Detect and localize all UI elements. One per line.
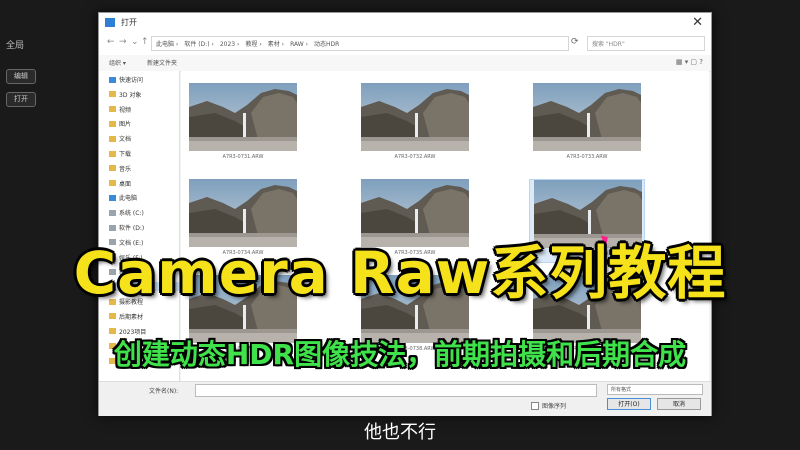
- sidebar-item[interactable]: 3D 对象: [109, 90, 141, 99]
- checkbox-label: 图像序列: [542, 403, 567, 410]
- edit-button[interactable]: 编辑: [6, 69, 36, 84]
- breadcrumb-item[interactable]: 动态HDR: [314, 41, 339, 48]
- folder-icon: [109, 165, 116, 172]
- sidebar-item[interactable]: 软件 (D:): [109, 223, 144, 232]
- folder-icon: [109, 120, 116, 127]
- breadcrumb-item[interactable]: 2023 ›: [220, 41, 240, 48]
- sidebar-item[interactable]: 桌面: [109, 179, 131, 188]
- sidebar-item[interactable]: 下载: [109, 149, 131, 158]
- refresh-icon[interactable]: ⟳: [571, 37, 579, 47]
- filename-label: 文件名(N):: [149, 388, 179, 395]
- forward-arrow-icon[interactable]: →: [119, 37, 127, 47]
- app-panel-title: 全局: [6, 41, 25, 51]
- dialog-title: 打开: [121, 18, 137, 27]
- sidebar-item-label: 系统 (C:): [119, 210, 144, 218]
- video-subtitle-overlay: 创建动态HDR图像技法，前期拍摄和后期合成: [113, 338, 687, 371]
- file-thumbnail[interactable]: A7R3-0732.ARW: [357, 83, 473, 167]
- search-input[interactable]: 搜索 "HDR": [587, 36, 705, 51]
- thumbnail-image: [189, 179, 297, 247]
- breadcrumb-item[interactable]: 此电脑 ›: [156, 41, 178, 48]
- open-button[interactable]: 打开(O): [607, 398, 651, 410]
- dialog-titlebar: 打开 ✕: [99, 13, 711, 33]
- file-thumbnail[interactable]: A7R3-0733.ARW: [529, 83, 645, 167]
- sidebar-item-label: 音乐: [119, 165, 132, 173]
- folder-icon: [109, 313, 116, 320]
- dialog-toolbar: 组织 ▾ 新建文件夹 ▦ ▾ ▢ ?: [99, 55, 711, 72]
- breadcrumb-item[interactable]: 素材 ›: [268, 41, 284, 48]
- folder-icon: [109, 150, 116, 157]
- filename-input[interactable]: [195, 384, 597, 397]
- folder-icon: [109, 328, 116, 335]
- photo-preview: [189, 179, 297, 247]
- file-name: A7R3-0732.ARW: [394, 154, 436, 160]
- sidebar-item-label: 后期素材: [119, 313, 144, 321]
- thumbnail-image: [533, 83, 641, 151]
- photo-preview: [189, 83, 297, 151]
- app-icon: [105, 18, 115, 27]
- breadcrumb-item[interactable]: RAW ›: [290, 41, 308, 48]
- sidebar-item[interactable]: 快速访问: [109, 75, 143, 84]
- sidebar-item-label: 软件 (D:): [119, 225, 145, 232]
- sidebar-item[interactable]: 视频: [109, 105, 131, 114]
- sidebar-item-label: 桌面: [119, 180, 132, 188]
- file-name: A7R3-0733.ARW: [566, 154, 608, 160]
- back-arrow-icon[interactable]: ←: [107, 37, 115, 47]
- caption-text: 他也不行: [364, 422, 436, 443]
- sidebar-item-label: 此电脑: [119, 195, 138, 203]
- sidebar-item[interactable]: 此电脑: [109, 193, 137, 202]
- star-icon: [109, 76, 116, 83]
- video-title-overlay: Camera Raw系列教程: [73, 239, 727, 307]
- sidebar-item[interactable]: 音乐: [109, 164, 131, 173]
- drive-icon: [109, 224, 116, 231]
- cancel-button[interactable]: 取消: [657, 398, 701, 410]
- filetype-select[interactable]: 所有格式: [607, 384, 703, 395]
- organize-button[interactable]: 组织 ▾: [109, 58, 126, 67]
- open-button-app[interactable]: 打开: [6, 92, 36, 107]
- dialog-footer: 文件名(N): 所有格式 图像序列 打开(O) 取消: [99, 381, 711, 416]
- sidebar-item[interactable]: 图片: [109, 119, 131, 128]
- folder-icon: [109, 135, 116, 142]
- sidebar-item[interactable]: 系统 (C:): [109, 208, 144, 217]
- close-icon[interactable]: ✕: [692, 15, 703, 30]
- breadcrumb[interactable]: 此电脑 › 软件 (D:) › 2023 › 教程 › 素材 › RAW › 动态HDR: [151, 36, 569, 51]
- address-bar: ← → ⌄ ↑ 此电脑 › 软件 (D:) › 2023 › 教程 › 素材 › RAW …: [99, 33, 711, 55]
- breadcrumb-item[interactable]: 教程 ›: [245, 41, 261, 48]
- chevron-down-icon[interactable]: ⌄: [131, 37, 139, 47]
- view-options-icon[interactable]: ▦ ▾ ▢ ?: [676, 58, 703, 66]
- drive-icon: [109, 209, 116, 216]
- photo-preview: [361, 83, 469, 151]
- image-sequence-checkbox[interactable]: 图像序列: [531, 401, 566, 410]
- thumbnail-image: [361, 83, 469, 151]
- folder-icon: [109, 180, 116, 187]
- thumbnail-image: [189, 83, 297, 151]
- thumbnail-image: [361, 179, 469, 247]
- folder-icon: [109, 106, 116, 113]
- checkbox-box[interactable]: [531, 401, 539, 410]
- file-name: A7R3-0731.ARW: [222, 154, 264, 160]
- sidebar-item-label: 文档: [119, 136, 132, 144]
- up-arrow-icon[interactable]: ↑: [141, 37, 149, 47]
- sidebar-item[interactable]: 后期素材: [109, 312, 143, 321]
- sidebar-item-label: 下载: [119, 151, 132, 158]
- photo-preview: [533, 83, 641, 151]
- breadcrumb-item[interactable]: 软件 (D:) ›: [184, 41, 214, 48]
- sidebar-item[interactable]: 文档: [109, 134, 131, 143]
- sidebar-item-label: 图片: [119, 121, 132, 129]
- photo-preview: [361, 179, 469, 247]
- file-thumbnail[interactable]: A7R3-0731.ARW: [185, 83, 301, 167]
- folder-icon: [109, 91, 116, 98]
- sidebar-item-label: 快速访问: [119, 77, 144, 84]
- computer-icon: [109, 194, 116, 201]
- new-folder-button[interactable]: 新建文件夹: [147, 58, 177, 67]
- sidebar-item-label: 视频: [119, 106, 132, 114]
- sidebar-item-label: 3D 对象: [119, 91, 142, 99]
